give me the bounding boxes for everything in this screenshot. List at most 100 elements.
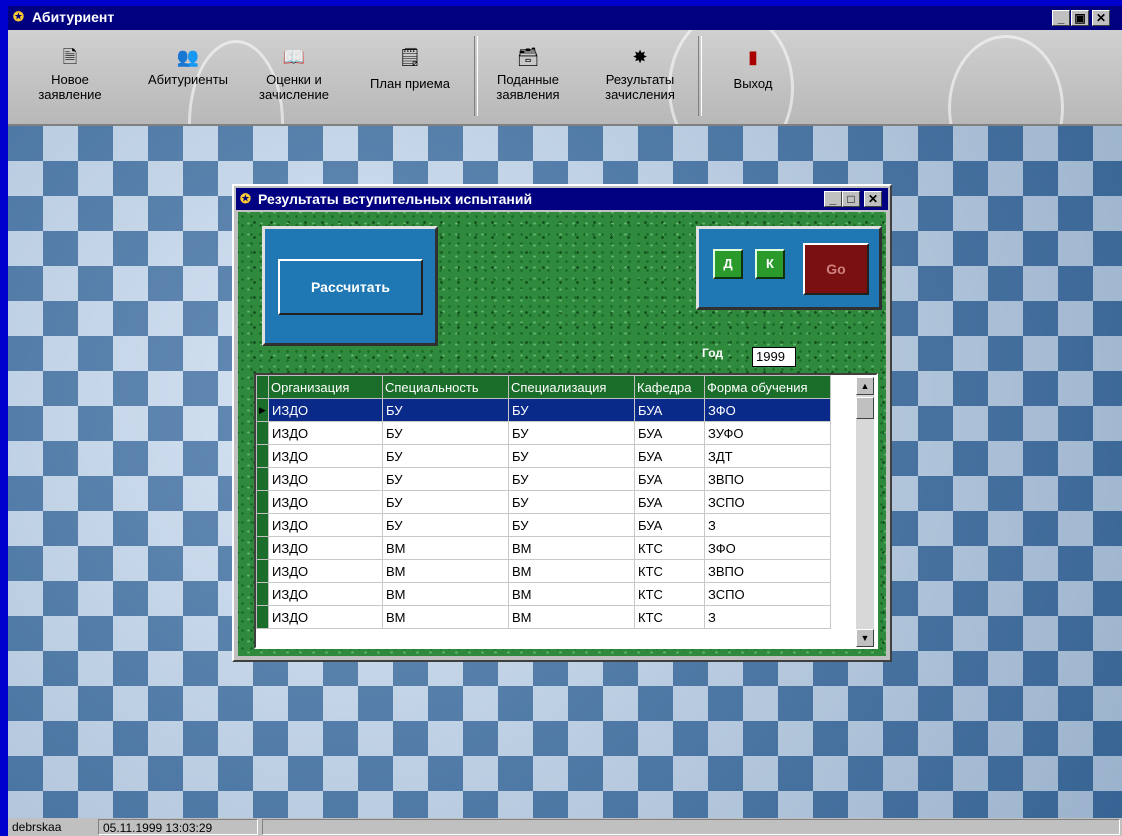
column-header[interactable]: Организация	[268, 375, 383, 399]
table-cell[interactable]: БУ	[382, 467, 509, 491]
table-cell[interactable]: КТС	[634, 536, 705, 560]
row-indicator	[256, 559, 269, 583]
table-cell[interactable]: БУ	[508, 398, 635, 422]
scroll-thumb[interactable]	[856, 397, 874, 419]
table-cell[interactable]: БУ	[382, 513, 509, 537]
scroll-up-button[interactable]: ▲	[856, 377, 874, 395]
table-cell[interactable]: КТС	[634, 582, 705, 606]
results-table: Организация Специальность Специализация …	[256, 375, 831, 629]
table-row[interactable]: ИЗДО БУ БУ БУА ЗУФО	[256, 421, 831, 445]
maximize-button[interactable]: ▣	[1071, 10, 1089, 26]
close-button[interactable]: ✕	[1092, 10, 1110, 26]
column-header[interactable]: Форма обучения	[704, 375, 831, 399]
table-row[interactable]: ИЗДО БУ БУ БУА ЗСПО	[256, 490, 831, 514]
table-cell[interactable]: ЗФО	[704, 536, 831, 560]
toolbar-submitted-applications-button[interactable]: 🗃 Поданные заявления	[478, 30, 578, 122]
toolbar-admission-plan-button[interactable]: 🗒 План приема	[354, 30, 466, 122]
table-cell[interactable]: З	[704, 605, 831, 629]
table-cell[interactable]: ЗСПО	[704, 582, 831, 606]
year-input[interactable]: 1999	[752, 347, 796, 367]
table-cell[interactable]: ИЗДО	[268, 398, 383, 422]
table-cell[interactable]: ЗВПО	[704, 559, 831, 583]
table-cell[interactable]: БУ	[508, 444, 635, 468]
dialog-close-button[interactable]: ✕	[864, 191, 882, 207]
toolbar-label: План приема	[370, 76, 450, 91]
column-header[interactable]: Специальность	[382, 375, 509, 399]
table-cell[interactable]: ВМ	[508, 536, 635, 560]
table-cell[interactable]: З	[704, 513, 831, 537]
table-row[interactable]: ИЗДО БУ БУ БУА ЗДТ	[256, 444, 831, 468]
toolbar-new-application-button[interactable]: 🗎 Новое заявление	[30, 30, 110, 122]
table-cell[interactable]: ИЗДО	[268, 490, 383, 514]
table-cell[interactable]: ИЗДО	[268, 467, 383, 491]
table-cell[interactable]: ЗФО	[704, 398, 831, 422]
table-cell[interactable]: ЗВПО	[704, 467, 831, 491]
app-icon: ✪	[240, 191, 251, 206]
column-header[interactable]: Кафедра	[634, 375, 705, 399]
table-cell[interactable]: ИЗДО	[268, 536, 383, 560]
toolbar-label: Выход	[733, 76, 773, 91]
table-cell[interactable]: ВМ	[508, 582, 635, 606]
results-grid[interactable]: Организация Специальность Специализация …	[254, 373, 878, 649]
table-cell[interactable]: БУ	[508, 421, 635, 445]
table-cell[interactable]: ИЗДО	[268, 444, 383, 468]
toolbar-label: Абитуриенты	[147, 72, 229, 87]
dialog-maximize-button[interactable]: □	[842, 191, 860, 207]
table-cell[interactable]: ЗУФО	[704, 421, 831, 445]
table-cell[interactable]: ИЗДО	[268, 559, 383, 583]
table-cell[interactable]: ИЗДО	[268, 513, 383, 537]
table-row[interactable]: ИЗДО ВМ ВМ КТС ЗФО	[256, 536, 831, 560]
table-cell[interactable]: ЗСПО	[704, 490, 831, 514]
row-indicator	[256, 490, 269, 514]
table-row[interactable]: ИЗДО ВМ ВМ КТС ЗВПО	[256, 559, 831, 583]
table-cell[interactable]: БУ	[382, 444, 509, 468]
toolbar-grades-button[interactable]: 📖 Оценки и зачисление	[242, 30, 346, 122]
table-cell[interactable]: ВМ	[382, 536, 509, 560]
table-cell[interactable]: БУА	[634, 444, 705, 468]
table-cell[interactable]: БУ	[508, 490, 635, 514]
calculate-button[interactable]: Рассчитать	[278, 259, 423, 315]
toolbar-results-button[interactable]: ✸ Результаты зачисления	[590, 30, 690, 122]
table-cell[interactable]: БУ	[382, 398, 509, 422]
row-indicator	[256, 421, 269, 445]
table-cell[interactable]: БУ	[382, 421, 509, 445]
table-cell[interactable]: БУА	[634, 490, 705, 514]
table-cell[interactable]: КТС	[634, 559, 705, 583]
table-cell[interactable]: ИЗДО	[268, 582, 383, 606]
toolbar-exit-button[interactable]: ▮ Выход	[708, 30, 798, 122]
d-button[interactable]: Д	[713, 249, 743, 279]
table-cell[interactable]: ВМ	[382, 559, 509, 583]
minimize-button[interactable]: _	[1052, 10, 1070, 26]
table-cell[interactable]: ВМ	[508, 605, 635, 629]
table-row[interactable]: ИЗДО ВМ ВМ КТС З	[256, 605, 831, 629]
toolbar-label: Оценки и зачисление	[259, 72, 329, 102]
toolbar-applicants-button[interactable]: 👥 Абитуриенты	[136, 30, 240, 122]
table-row[interactable]: ИЗДО БУ БУ БУА З	[256, 513, 831, 537]
status-datetime: 05.11.1999 13:03:29	[98, 819, 258, 835]
table-cell[interactable]: ВМ	[382, 605, 509, 629]
toolbar-label: Поданные заявления	[496, 72, 560, 102]
table-cell[interactable]: ВМ	[508, 559, 635, 583]
table-cell[interactable]: БУА	[634, 467, 705, 491]
go-button[interactable]: Go	[803, 243, 869, 295]
table-cell[interactable]: БУА	[634, 398, 705, 422]
toolbar-label: Новое заявление	[38, 72, 102, 102]
table-cell[interactable]: БУ	[508, 513, 635, 537]
table-row[interactable]: ИЗДО БУ БУ БУА ЗВПО	[256, 467, 831, 491]
dialog-minimize-button[interactable]: _	[824, 191, 842, 207]
scroll-down-button[interactable]: ▼	[856, 629, 874, 647]
table-cell[interactable]: ИЗДО	[268, 605, 383, 629]
table-cell[interactable]: БУ	[382, 490, 509, 514]
table-cell[interactable]: ИЗДО	[268, 421, 383, 445]
table-cell[interactable]: БУА	[634, 421, 705, 445]
vertical-scrollbar[interactable]: ▲ ▼	[856, 377, 874, 647]
table-row[interactable]: ИЗДО ВМ ВМ КТС ЗСПО	[256, 582, 831, 606]
table-cell[interactable]: БУ	[508, 467, 635, 491]
table-cell[interactable]: БУА	[634, 513, 705, 537]
table-row[interactable]: ▶ ИЗДО БУ БУ БУА ЗФО	[256, 398, 831, 422]
k-button[interactable]: К	[755, 249, 785, 279]
table-cell[interactable]: КТС	[634, 605, 705, 629]
column-header[interactable]: Специализация	[508, 375, 635, 399]
table-cell[interactable]: ВМ	[382, 582, 509, 606]
table-cell[interactable]: ЗДТ	[704, 444, 831, 468]
